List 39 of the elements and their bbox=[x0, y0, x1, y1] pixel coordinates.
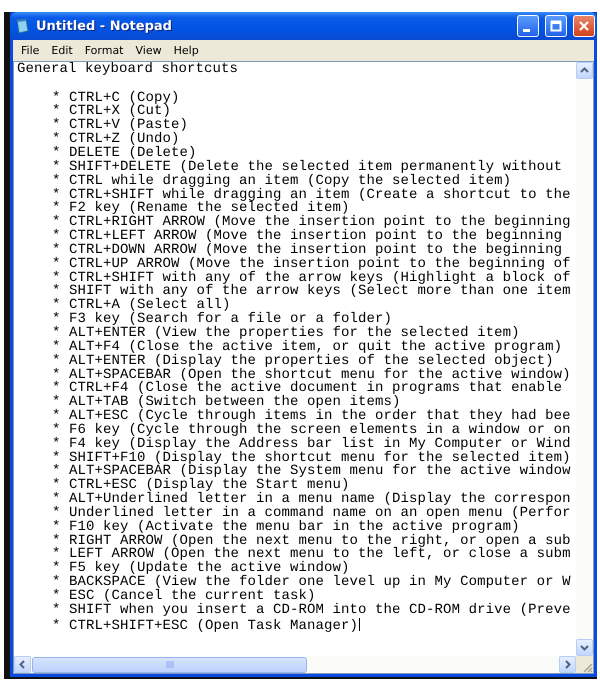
scroll-down-button[interactable] bbox=[576, 639, 593, 656]
text-line: * ALT+F4 (Close the active item, or quit the active program) bbox=[52, 338, 562, 355]
minimize-button[interactable] bbox=[517, 15, 539, 37]
text-line: * ALT+ENTER (Display the properties of the selected object) bbox=[52, 352, 554, 369]
window-title: Untitled - Notepad bbox=[36, 18, 173, 34]
menu-item[interactable]: View bbox=[130, 44, 168, 57]
scrollbar-thumb[interactable] bbox=[32, 656, 307, 672]
resize-grip-icon[interactable] bbox=[581, 661, 593, 673]
text-line: * CTRL+SHIFT+ESC (Open Task Manager) bbox=[52, 618, 358, 634]
text-line: * SHIFT when you insert a CD-ROM into the CD-ROM drive (Preve bbox=[52, 602, 571, 618]
text-line: * SHIFT+DELETE (Delete the selected item permanently without bbox=[52, 158, 562, 175]
close-button[interactable] bbox=[573, 15, 595, 37]
maximize-icon bbox=[550, 20, 562, 32]
chevron-up-icon bbox=[580, 66, 589, 75]
scroll-right-button[interactable] bbox=[559, 656, 576, 673]
text-line: * CTRL+UP ARROW (Move the insertion point to the beginning of bbox=[52, 256, 571, 272]
notepad-icon bbox=[14, 18, 30, 34]
menu-item[interactable]: File bbox=[15, 44, 46, 57]
scroll-up-button[interactable] bbox=[576, 62, 593, 79]
text-line: * ALT+ENTER (View the properties for the selected item) bbox=[52, 324, 520, 341]
menu-item[interactable]: Format bbox=[78, 44, 130, 57]
text-line: * F4 key (Display the Address bar list in My Computer or Wind bbox=[52, 436, 571, 452]
text-line: * CTRL while dragging an item (Copy the selected item) bbox=[52, 172, 512, 189]
maximize-button[interactable] bbox=[545, 15, 567, 37]
text-line: * F6 key (Cycle through the screen elements in a window or on bbox=[52, 422, 571, 438]
text-line: * Underlined letter in a command name on an open menu (Perfor bbox=[52, 504, 571, 521]
scroll-left-button[interactable] bbox=[14, 656, 31, 673]
close-icon bbox=[578, 20, 590, 32]
chevron-left-icon bbox=[18, 660, 27, 669]
chevron-right-icon bbox=[563, 660, 572, 669]
minimize-icon bbox=[523, 28, 530, 32]
text-line: General keyboard shortcuts bbox=[17, 63, 238, 77]
text-cursor bbox=[359, 618, 360, 631]
chevron-down-icon bbox=[580, 643, 589, 652]
text-line: * F10 key (Activate the menu bar in the active program) bbox=[52, 518, 520, 535]
menu-item[interactable]: Edit bbox=[45, 44, 79, 57]
grip-icon bbox=[166, 661, 174, 668]
text-line: * CTRL+DOWN ARROW (Move the insertion point to the beginning bbox=[52, 242, 562, 258]
menu-item[interactable]: Help bbox=[168, 44, 205, 57]
